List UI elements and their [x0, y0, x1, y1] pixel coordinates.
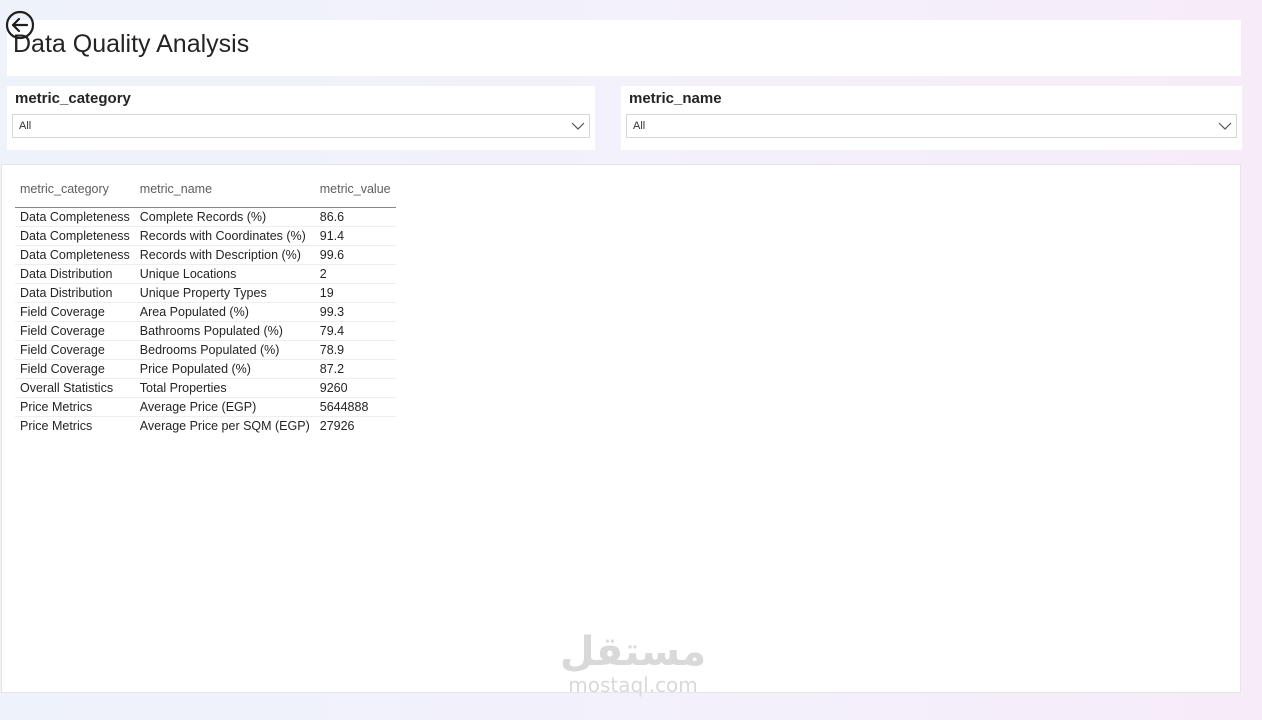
back-button[interactable]: [5, 10, 35, 40]
metric-value-cell: 86.6: [314, 207, 396, 227]
metric-value-cell: 78.9: [314, 340, 396, 360]
watermark-latin: mostaql.com: [568, 673, 698, 697]
metric-category-cell: Data Distribution: [15, 283, 135, 303]
metric-category-cell: Field Coverage: [15, 302, 135, 322]
metric-value-cell: 19: [314, 283, 396, 303]
table-row[interactable]: Data Distribution Unique Property Types 19: [15, 283, 396, 303]
metric-category-cell: Price Metrics: [20, 419, 93, 433]
metric-value-cell: 79.4: [314, 321, 396, 341]
slicer-metric-name: metric_name All: [621, 86, 1242, 150]
metrics-table-card: metric_category metric_name metric_value…: [1, 164, 1241, 693]
slicer-title: metric_name: [629, 90, 722, 107]
table-body: Data Completeness Complete Records (%) 86.…: [15, 207, 396, 436]
table-row[interactable]: Field Coverage Price Populated (%) 87.2: [15, 359, 396, 379]
table-row[interactable]: Price Metrics Average Price (EGP) 5644888: [15, 397, 396, 417]
slicer-title: metric_category: [15, 90, 131, 107]
metric-name-dropdown[interactable]: All: [626, 114, 1237, 138]
metric-category-dropdown[interactable]: All: [12, 114, 590, 138]
metric-category-cell: Data Completeness: [15, 245, 135, 265]
metric-name-cell: Bathrooms Populated (%): [134, 321, 315, 341]
metric-name-cell: Area Populated (%): [134, 302, 315, 322]
metric-name-cell: Records with Coordinates (%): [134, 226, 315, 246]
table-row[interactable]: Field Coverage Bedrooms Populated (%) 78.9: [15, 340, 396, 360]
metrics-table: metric_category metric_name metric_value…: [15, 177, 396, 435]
metric-name-cell: Price Populated (%): [134, 359, 315, 379]
metric-name-cell: Unique Locations: [134, 264, 315, 284]
metric-value-cell: 87.2: [314, 359, 396, 379]
metric-value-cell: 9260: [314, 378, 396, 398]
metric-value-cell: 5644888: [314, 397, 396, 417]
metric-name-cell: Total Properties: [134, 378, 315, 398]
watermark-arabic: مستقل: [559, 629, 707, 675]
table-row[interactable]: Data Distribution Unique Locations 2: [15, 264, 396, 284]
metric-category-cell: Field Coverage: [15, 340, 135, 360]
metric-name-cell: Bedrooms Populated (%): [134, 340, 315, 360]
metric-value-cell: 2: [314, 264, 396, 284]
slicer-metric-category: metric_category All: [7, 86, 595, 150]
table-row[interactable]: Data Completeness Complete Records (%) 86.…: [15, 207, 396, 227]
dropdown-value: All: [19, 120, 32, 132]
metric-name-cell: Average Price per SQM (EGP): [139, 419, 310, 433]
metric-category-cell: Data Completeness: [15, 207, 135, 227]
chevron-down-icon: [571, 122, 585, 130]
table-row[interactable]: Data Completeness Records with Coordinate…: [15, 226, 396, 246]
metric-name-cell: Complete Records (%): [134, 207, 315, 227]
metric-category-cell: Price Metrics: [15, 397, 135, 417]
title-card: Data Quality Analysis: [7, 20, 1241, 76]
metric-category-cell: Field Coverage: [15, 359, 135, 379]
page-title: Data Quality Analysis: [13, 30, 250, 58]
back-arrow-circle-icon: [5, 10, 35, 40]
metric-category-cell: Field Coverage: [15, 321, 135, 341]
dropdown-value: All: [633, 120, 646, 132]
table-row[interactable]: Price Metrics Average Price per SQM (EGP)…: [15, 417, 396, 436]
mostaql-watermark: مستقل mostaql.com: [553, 630, 713, 706]
metric-value-cell: 91.4: [314, 226, 396, 246]
metric-value-cell: 99.6: [314, 245, 396, 265]
table-row[interactable]: Data Completeness Records with Descriptio…: [15, 245, 396, 265]
table-row[interactable]: Field Coverage Bathrooms Populated (%) 79.…: [15, 321, 396, 341]
metric-name-cell: Unique Property Types: [134, 283, 315, 303]
table-row[interactable]: Field Coverage Area Populated (%) 99.3: [15, 302, 396, 322]
metric-value-cell: 99.3: [314, 302, 396, 322]
metric-value-cell: 27926: [319, 419, 355, 433]
chevron-down-icon: [1218, 122, 1232, 130]
metric-name-cell: Average Price (EGP): [134, 397, 315, 417]
metric-category-cell: Data Completeness: [15, 226, 135, 246]
table-header-row: metric_category metric_name metric_value: [15, 177, 396, 208]
column-header-metric-value[interactable]: metric_value: [314, 177, 396, 208]
column-header-metric-category[interactable]: metric_category: [15, 177, 135, 208]
metric-category-cell: Data Distribution: [15, 264, 135, 284]
metric-category-cell: Overall Statistics: [15, 378, 135, 398]
column-header-metric-name[interactable]: metric_name: [134, 177, 315, 208]
metric-name-cell: Records with Description (%): [134, 245, 315, 265]
table-row[interactable]: Overall Statistics Total Properties 9260: [15, 378, 396, 398]
